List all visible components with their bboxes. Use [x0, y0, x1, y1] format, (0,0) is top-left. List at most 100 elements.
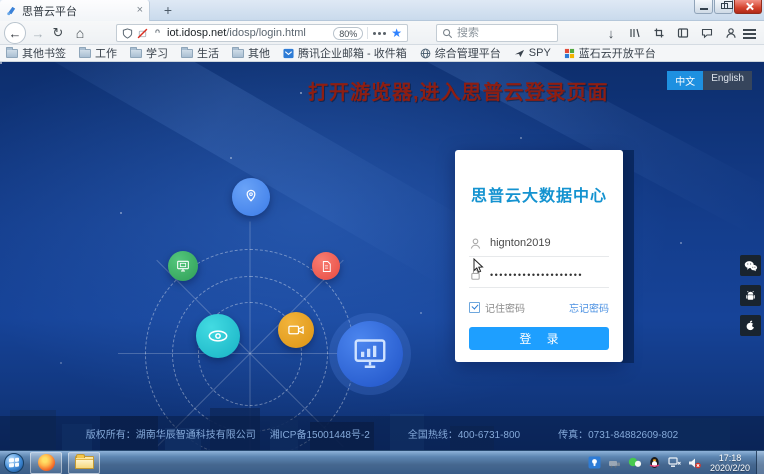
annotation-text: 打开游览器,进入思普云登录页面 [308, 76, 609, 105]
url-text[interactable]: iot.idosp.net/idosp/login.html [167, 27, 329, 39]
bookmark-folder-study[interactable]: 学习 [130, 45, 168, 61]
grid-icon [564, 48, 575, 59]
username-value[interactable]: hignton2019 [490, 237, 551, 249]
bookmark-spy[interactable]: SPY [514, 47, 551, 59]
reload-button[interactable]: ↻ [50, 21, 66, 45]
lock-insecure-icon[interactable] [152, 28, 163, 39]
taskbar-clock[interactable]: 17:18 2020/2/20 [710, 453, 750, 473]
eye-icon [205, 323, 231, 349]
language-english-button[interactable]: English [703, 71, 752, 90]
screenshot-icon[interactable] [652, 26, 666, 40]
bookmark-folder-life[interactable]: 生活 [181, 45, 219, 61]
login-button[interactable]: 登 录 [469, 327, 609, 350]
bookmarks-bar: 其他书签 工作 学习 生活 其他 腾讯企业邮箱 - 收件箱 综合管理平台 SPY… [0, 45, 764, 62]
home-button[interactable]: ⌂ [72, 21, 88, 45]
monitor-feature-circle [168, 251, 198, 281]
new-tab-button[interactable]: + [156, 1, 180, 20]
search-icon [442, 28, 453, 39]
tray-notification-icon[interactable] [588, 456, 602, 470]
page-content: 打开游览器,进入思普云登录页面 中文 English [0, 62, 764, 450]
sidebar-icon[interactable] [676, 26, 690, 40]
tray-qq-icon[interactable] [648, 456, 662, 470]
wechat-app-button[interactable] [740, 255, 761, 276]
video-feature-circle [278, 312, 314, 348]
windows-logo-icon [9, 458, 19, 468]
clock-date: 2020/2/20 [710, 463, 750, 473]
bookmark-folder-other-bookmarks[interactable]: 其他书签 [6, 45, 66, 61]
wechat-icon [744, 260, 758, 272]
bookmark-star-icon[interactable]: ★ [391, 27, 402, 39]
minimize-button[interactable] [694, 0, 713, 14]
search-bar[interactable] [436, 24, 558, 42]
browser-tab-active[interactable]: 思普云平台 × [0, 0, 150, 21]
show-desktop-button[interactable] [756, 451, 764, 474]
tray-volume-muted-icon[interactable] [688, 456, 702, 470]
tab-favicon [6, 5, 17, 16]
folder-icon [6, 49, 18, 58]
username-field[interactable]: hignton2019 [469, 230, 609, 257]
vision-feature-circle [196, 314, 240, 358]
shield-icon[interactable] [122, 28, 133, 39]
search-input[interactable] [457, 27, 537, 39]
taskbar-firefox-button[interactable] [30, 452, 62, 474]
footer-copyright: 版权所有：湖南华辰智通科技有限公司 [86, 426, 256, 441]
back-button[interactable]: ← [4, 22, 26, 44]
language-chinese-button[interactable]: 中文 [667, 71, 703, 90]
restore-icon [721, 3, 728, 9]
document-icon [319, 259, 334, 274]
remember-checkbox[interactable] [469, 302, 480, 313]
background-stars [0, 62, 2, 64]
apple-app-button[interactable] [740, 315, 761, 336]
bookmark-folder-work[interactable]: 工作 [79, 45, 117, 61]
tray-device-icon[interactable] [608, 456, 622, 470]
forgot-password-link[interactable]: 忘记密码 [569, 300, 609, 315]
bookmark-folder-misc[interactable]: 其他 [232, 45, 270, 61]
messages-icon[interactable] [700, 26, 714, 40]
folder-icon [130, 49, 142, 58]
login-title: 思普云大数据中心 [469, 182, 609, 206]
forward-button[interactable]: → [30, 21, 46, 45]
plugin-blocked-icon[interactable] [137, 28, 148, 39]
minimize-icon [700, 8, 708, 10]
footer-hotline: 全国热线：400-6731-800 [408, 426, 520, 441]
library-icon[interactable] [628, 26, 642, 40]
url-bar[interactable]: iot.idosp.net/idosp/login.html 80% ★ [116, 24, 408, 42]
android-app-button[interactable] [740, 285, 761, 306]
start-button[interactable] [4, 453, 24, 473]
folder-icon [181, 49, 193, 58]
password-mask[interactable]: •••••••••••••••••••• [490, 268, 583, 280]
download-icon[interactable]: ↓ [604, 26, 618, 40]
folder-icon [79, 49, 91, 58]
taskbar-explorer-button[interactable] [68, 452, 100, 474]
zoom-level-badge[interactable]: 80% [333, 27, 363, 40]
monitor-icon [175, 258, 191, 274]
tray-network-icon[interactable] [668, 456, 682, 470]
windows-taskbar: 17:18 2020/2/20 [0, 450, 764, 474]
globe-icon [420, 48, 431, 59]
tray-wechat-icon[interactable] [628, 456, 642, 470]
remember-row: 记住密码 忘记密码 [469, 300, 609, 315]
bookmark-admin-platform[interactable]: 综合管理平台 [420, 45, 501, 61]
spy-icon [514, 48, 525, 59]
language-toggle: 中文 English [667, 71, 752, 90]
remember-label: 记住密码 [485, 300, 525, 315]
tab-close-icon[interactable]: × [137, 5, 143, 16]
video-camera-icon [286, 320, 306, 340]
close-button[interactable] [734, 0, 762, 14]
toolbar-icons: ↓ [604, 21, 738, 45]
bookmark-tencent-mail[interactable]: 腾讯企业邮箱 - 收件箱 [283, 45, 407, 61]
password-field[interactable]: •••••••••••••••••••• [469, 261, 609, 288]
user-icon [469, 237, 482, 250]
window-controls [693, 0, 762, 14]
folder-icon [232, 49, 244, 58]
bookmark-lanshi-cloud[interactable]: 蓝石云开放平台 [564, 45, 656, 61]
restore-button[interactable] [714, 0, 733, 14]
dashboard-hub-circle [337, 321, 403, 387]
report-feature-circle [312, 252, 340, 280]
firefox-icon [38, 454, 55, 471]
page-footer: 版权所有：湖南华辰智通科技有限公司 湘ICP备15001448号-2 全国热线：… [0, 416, 764, 450]
page-actions-icon[interactable] [378, 32, 381, 35]
menu-icon[interactable] [743, 29, 756, 31]
system-tray [588, 456, 702, 470]
account-icon[interactable] [724, 26, 738, 40]
